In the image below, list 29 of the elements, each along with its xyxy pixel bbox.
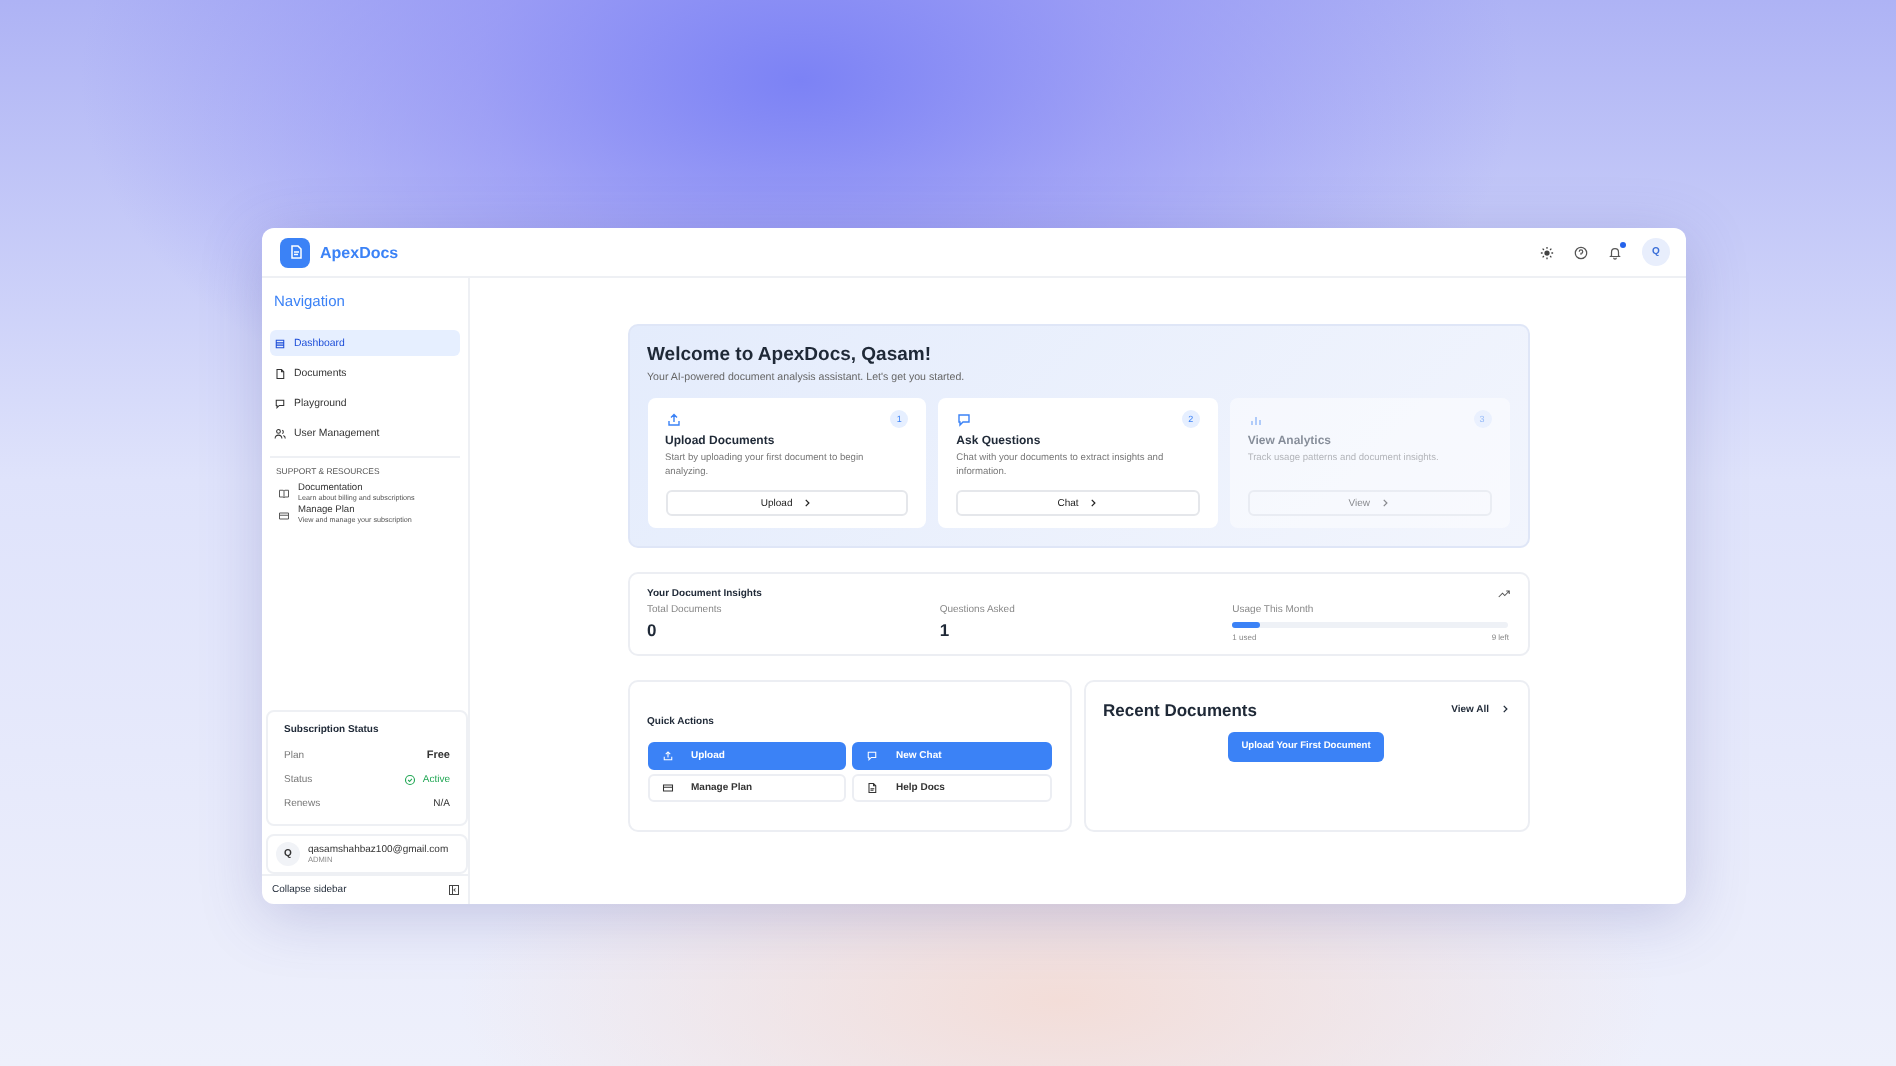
help-icon[interactable] bbox=[1574, 245, 1588, 259]
step-icon bbox=[1247, 411, 1264, 427]
chevron-right-icon bbox=[802, 498, 813, 508]
nav-icon bbox=[274, 337, 286, 349]
action-icon bbox=[866, 749, 878, 761]
nav-icon bbox=[274, 367, 286, 379]
sidebar-toggle-icon[interactable] bbox=[448, 884, 460, 896]
chevron-right-icon bbox=[1088, 498, 1099, 508]
document-logo-icon bbox=[280, 237, 310, 267]
bell-icon[interactable] bbox=[1608, 245, 1622, 259]
nav-icon bbox=[274, 397, 286, 409]
card-title: Recent Documents bbox=[1103, 699, 1257, 719]
trend-icon bbox=[1497, 588, 1509, 600]
stat-value: 1 bbox=[939, 620, 952, 640]
chevron-right-icon bbox=[1380, 498, 1391, 508]
check-circle-icon bbox=[404, 774, 417, 786]
step-icon bbox=[665, 411, 681, 427]
sun-icon[interactable] bbox=[1540, 245, 1554, 259]
stat-value: 0 bbox=[647, 620, 659, 640]
chevron-right-icon bbox=[1499, 704, 1509, 714]
action-icon bbox=[866, 781, 878, 793]
step-icon bbox=[956, 411, 973, 427]
action-icon bbox=[661, 781, 673, 793]
resource-icon bbox=[278, 487, 290, 499]
resource-icon bbox=[278, 509, 290, 521]
action-icon bbox=[661, 749, 673, 761]
app-name: ApexDocs bbox=[320, 243, 399, 261]
nav-icon bbox=[274, 427, 286, 439]
welcome-title: Welcome to ApexDocs, Qasam! bbox=[647, 344, 934, 366]
